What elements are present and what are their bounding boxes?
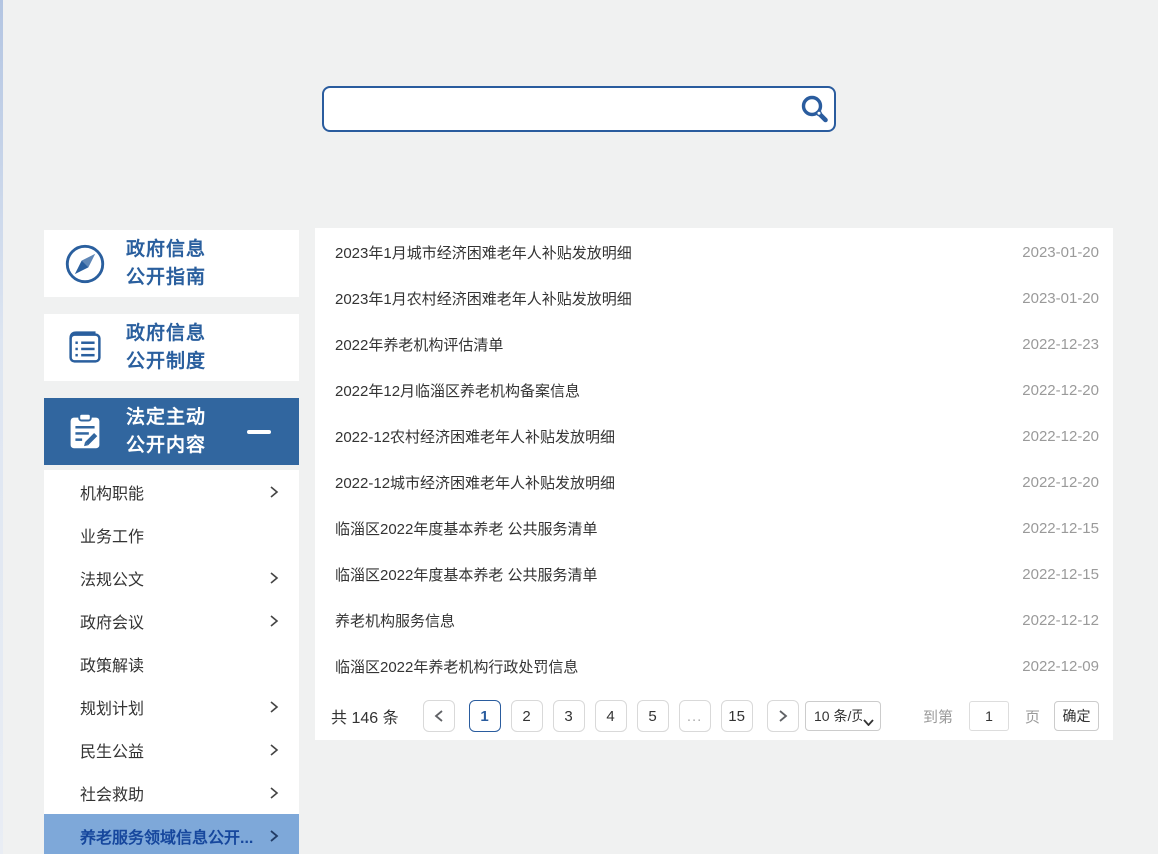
article-title-link[interactable]: 养老机构服务信息 [335,610,455,631]
sidebar-item-zhengfuhuiyi[interactable]: 政府会议 [44,599,299,642]
compass-icon [44,241,126,287]
article-date: 2022-12-23 [1002,336,1099,353]
sidebar-item-zhengcejiedu[interactable]: 政策解读 [44,642,299,685]
article-date: 2022-12-15 [1002,566,1099,583]
page-size-select[interactable]: 10 条/页 [805,701,881,731]
article-date: 2022-12-20 [1002,382,1099,399]
sidebar-item-label: 民生公益 [80,738,144,762]
page-ellipsis-button[interactable]: ... [679,700,711,732]
page-button-4[interactable]: 4 [595,700,627,732]
list-item[interactable]: 2022年养老机构评估清单 2022-12-23 [315,321,1113,367]
jump-prefix-label: 到第 [923,706,953,727]
page-jump-group: 到第 页 确定 [923,701,1099,731]
search-input[interactable] [324,88,794,130]
article-title-link[interactable]: 2022年12月临淄区养老机构备案信息 [335,380,580,401]
book-icon [44,325,126,371]
article-title-link[interactable]: 2022-12城市经济困难老年人补贴发放明细 [335,472,615,493]
prev-page-button[interactable] [423,700,455,732]
chevron-right-icon [269,786,279,800]
jump-suffix-label: 页 [1025,706,1040,727]
sidebar-item-label: 养老服务领域信息公开... [80,824,253,848]
list-item[interactable]: 2023年1月城市经济困难老年人补贴发放明细 2023-01-20 [315,229,1113,275]
article-date: 2023-01-20 [1002,244,1099,261]
list-item[interactable]: 临淄区2022年养老机构行政处罚信息 2022-12-09 [315,643,1113,689]
sidebar-item-jigouzhineng[interactable]: 机构职能 [44,470,299,513]
left-edge-strip [0,0,3,854]
sidebar-card-system[interactable]: 政府信息 公开制度 [44,314,299,381]
page-button-5[interactable]: 5 [637,700,669,732]
list-item[interactable]: 临淄区2022年度基本养老 公共服务清单 2022-12-15 [315,551,1113,597]
article-date: 2022-12-15 [1002,520,1099,537]
list-item[interactable]: 2023年1月农村经济困难老年人补贴发放明细 2023-01-20 [315,275,1113,321]
article-title-link[interactable]: 2023年1月农村经济困难老年人补贴发放明细 [335,288,632,309]
page-button-3[interactable]: 3 [553,700,585,732]
page-button-1[interactable]: 1 [469,700,501,732]
article-title-link[interactable]: 临淄区2022年度基本养老 公共服务清单 [335,564,598,585]
sidebar-card-system-label: 政府信息 公开制度 [126,320,206,376]
page-size-select-wrap: 10 条/页 [805,701,881,731]
sidebar-item-label: 机构职能 [80,480,144,504]
chevron-left-icon [434,709,444,723]
chevron-right-icon [778,709,788,723]
article-title-link[interactable]: 临淄区2022年度基本养老 公共服务清单 [335,518,598,539]
article-date: 2022-12-20 [1002,428,1099,445]
page-button-15[interactable]: 15 [721,700,753,732]
next-page-button[interactable] [767,700,799,732]
article-list-panel: 2023年1月城市经济困难老年人补贴发放明细 2023-01-20 2023年1… [315,228,1113,740]
total-count-label: 共 146 条 [331,704,399,728]
pagination: 共 146 条 1 2 3 4 5 ... 15 [321,700,799,732]
chevron-right-icon [269,743,279,757]
list-item[interactable]: 2022年12月临淄区养老机构备案信息 2022-12-20 [315,367,1113,413]
page-button-2[interactable]: 2 [511,700,543,732]
sidebar-item-label: 业务工作 [80,523,144,547]
article-title-link[interactable]: 2023年1月城市经济困难老年人补贴发放明细 [335,242,632,263]
chevron-right-icon [269,571,279,585]
confirm-button[interactable]: 确定 [1054,701,1099,731]
list-item[interactable]: 2022-12农村经济困难老年人补贴发放明细 2022-12-20 [315,413,1113,459]
chevron-right-icon [269,614,279,628]
sidebar-card-statutory-label: 法定主动 公开内容 [126,404,206,460]
sidebar-item-label: 政府会议 [80,609,144,633]
sidebar-item-yanglaofuwu[interactable]: 养老服务领域信息公开... [44,814,299,854]
jump-page-input[interactable] [969,701,1009,731]
article-date: 2022-12-09 [1002,658,1099,675]
search-bar [322,86,836,132]
sidebar-item-faguigongwen[interactable]: 法规公文 [44,556,299,599]
sidebar-card-statutory[interactable]: 法定主动 公开内容 [44,398,299,465]
article-date: 2023-01-20 [1002,290,1099,307]
sidebar-item-guihuajihua[interactable]: 规划计划 [44,685,299,728]
sidebar-item-yewugongzuo[interactable]: 业务工作 [44,513,299,556]
collapse-minus-icon[interactable] [247,430,271,434]
article-title-link[interactable]: 临淄区2022年养老机构行政处罚信息 [335,656,578,677]
article-list: 2023年1月城市经济困难老年人补贴发放明细 2023-01-20 2023年1… [315,229,1113,689]
sidebar-item-minshenggongyi[interactable]: 民生公益 [44,728,299,771]
sidebar-submenu: 机构职能 业务工作 法规公文 政府会议 政策解读 规划计划 [44,470,299,854]
sidebar-item-label: 规划计划 [80,695,144,719]
list-item[interactable]: 临淄区2022年度基本养老 公共服务清单 2022-12-15 [315,505,1113,551]
article-title-link[interactable]: 2022-12农村经济困难老年人补贴发放明细 [335,426,615,447]
sidebar-card-guide-label: 政府信息 公开指南 [126,236,206,292]
chevron-right-icon [269,700,279,714]
search-button[interactable] [794,89,834,129]
search-icon [798,93,830,125]
sidebar-item-label: 社会救助 [80,781,144,805]
chevron-right-icon [269,829,279,843]
sidebar-item-label: 法规公文 [80,566,144,590]
article-date: 2022-12-12 [1002,612,1099,629]
sidebar-card-guide[interactable]: 政府信息 公开指南 [44,230,299,297]
article-title-link[interactable]: 2022年养老机构评估清单 [335,334,503,355]
list-item[interactable]: 2022-12城市经济困难老年人补贴发放明细 2022-12-20 [315,459,1113,505]
page: 政府信息 公开指南 政府信息 公开制度 [0,0,1158,854]
list-item[interactable]: 养老机构服务信息 2022-12-12 [315,597,1113,643]
sidebar-item-label: 政策解读 [80,652,144,676]
article-date: 2022-12-20 [1002,474,1099,491]
clipboard-pen-icon [44,409,126,455]
sidebar-item-shehuijiuzhu[interactable]: 社会救助 [44,771,299,814]
chevron-right-icon [269,485,279,499]
